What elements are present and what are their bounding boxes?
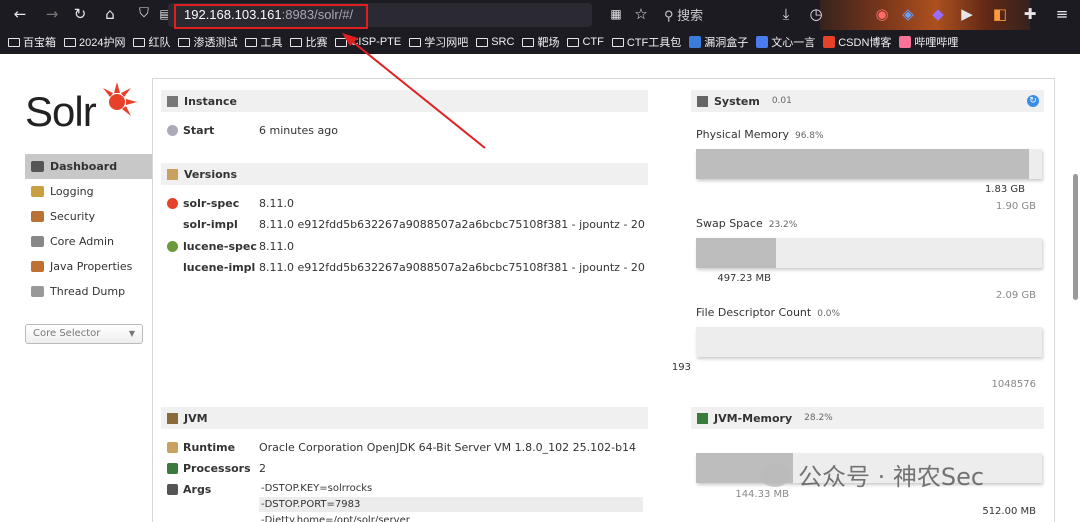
- watermark-text: 公众号 · 神农Sec: [798, 463, 985, 491]
- watermark: 公众号 · 神农Sec: [760, 457, 984, 492]
- wechat-logo-icon: [760, 462, 790, 487]
- annotation-arrow: [342, 33, 486, 149]
